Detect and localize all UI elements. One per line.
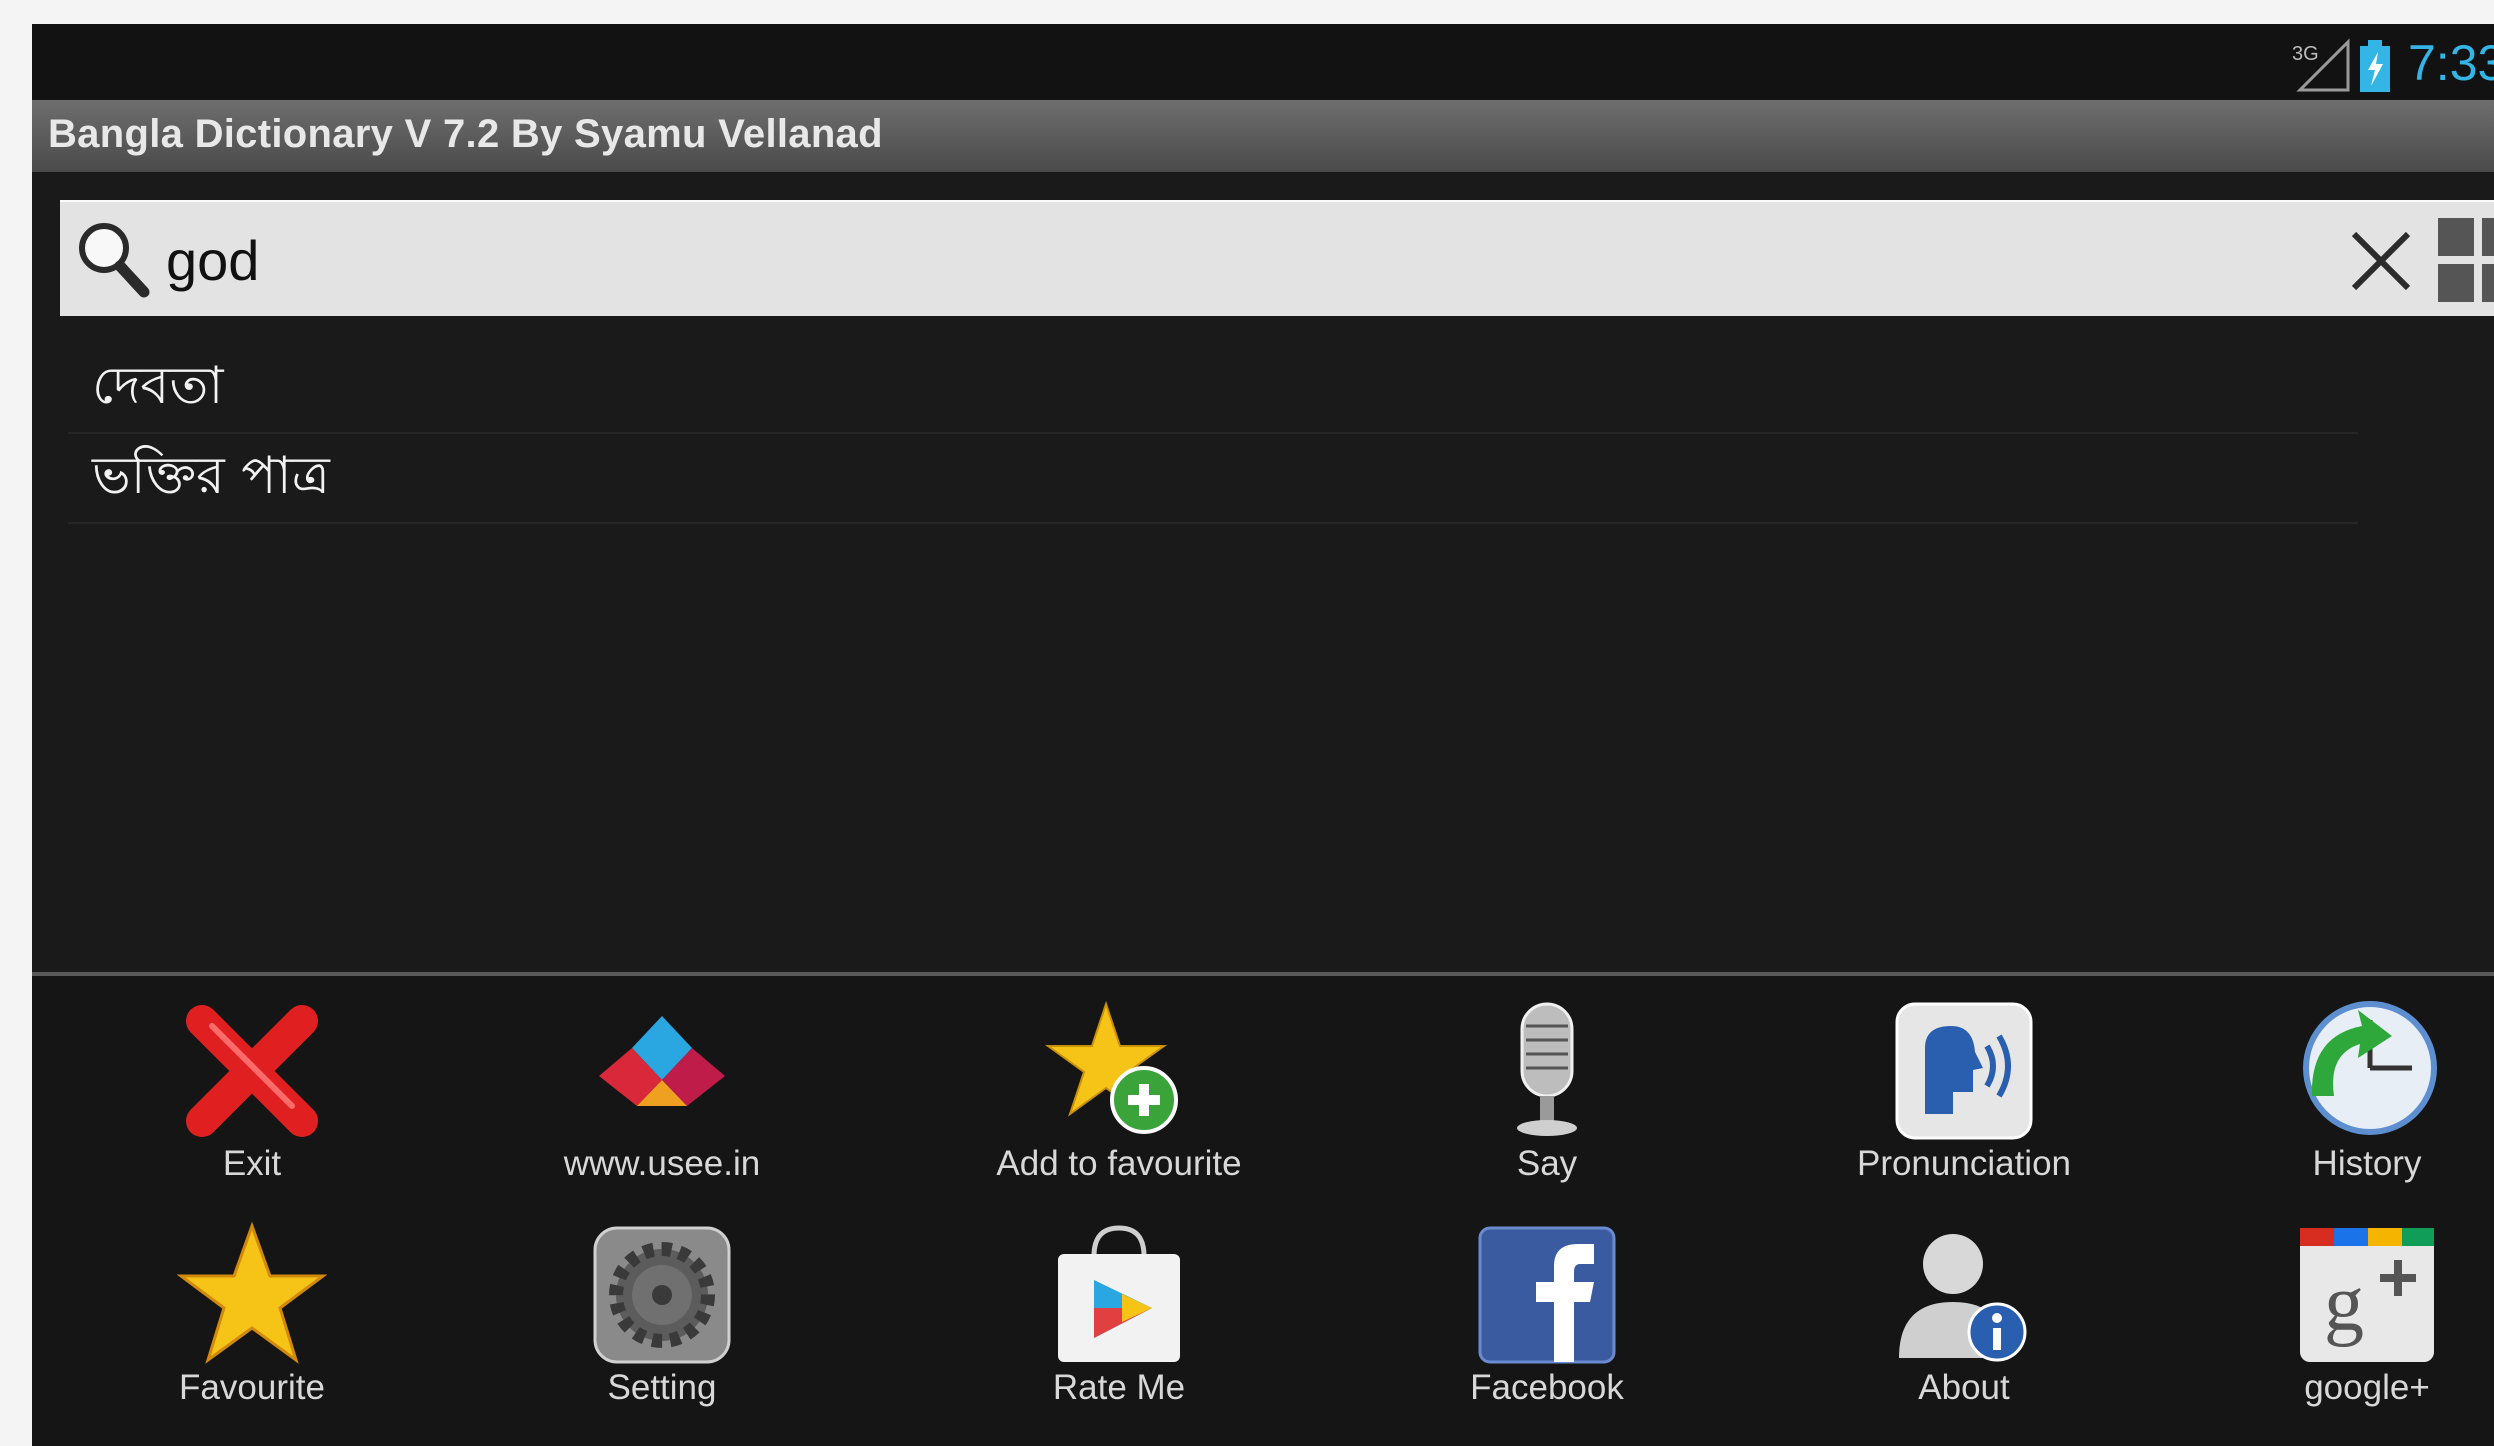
menu-item-facebook[interactable]: Facebook (1367, 1200, 1727, 1418)
menu-item-favourite[interactable]: Favourite (72, 1200, 432, 1418)
status-bar: 3G 7:33 (32, 24, 2494, 100)
microphone-icon (1517, 1002, 1577, 1136)
battery-charging-icon (2360, 40, 2390, 92)
app-title: Bangla Dictionary V 7.2 By Syamu Vellana… (48, 112, 883, 156)
menu-label: About (1918, 1368, 2010, 1407)
usee-logo-icon (599, 1016, 725, 1106)
menu-label: History (2312, 1144, 2422, 1183)
user-info-icon (1899, 1234, 2027, 1362)
search-icon (79, 223, 150, 298)
app-screen: 3G 7:33 Bangla Dictionary V 7.2 By Syamu… (32, 24, 2494, 1446)
grid-view-icon[interactable] (2436, 216, 2494, 304)
search-bar (60, 200, 2494, 316)
title-bar: Bangla Dictionary V 7.2 By Syamu Vellana… (32, 100, 2494, 172)
star-add-icon (1044, 1000, 1178, 1134)
clock-arrow-icon (2303, 1001, 2437, 1135)
clear-icon[interactable] (2346, 226, 2416, 296)
exit-icon (186, 1005, 318, 1137)
menu-label: Setting (607, 1368, 717, 1407)
menu-label: Add to favourite (996, 1144, 1242, 1183)
play-store-bag-icon (1058, 1225, 1180, 1362)
result-item[interactable]: দেবতা (68, 344, 2358, 434)
options-menu: Exit www.usee.in Add to favourite Say Pr… (32, 976, 2494, 1446)
status-time: 7:33 (2408, 35, 2494, 91)
menu-label: Exit (222, 1144, 282, 1183)
menu-label: www.usee.in (563, 1144, 761, 1183)
menu-item-exit[interactable]: Exit (72, 976, 432, 1194)
result-item[interactable]: ভক্তির পাত্র (68, 434, 2358, 524)
menu-item-rate-me[interactable]: Rate Me (939, 1200, 1299, 1418)
menu-item-history[interactable]: History (2187, 976, 2494, 1194)
menu-item-say[interactable]: Say (1367, 976, 1727, 1194)
menu-item-pronunciation[interactable]: Pronunciation (1784, 976, 2144, 1194)
svg-text:3G: 3G (2292, 43, 2319, 65)
menu-label: google+ (2304, 1368, 2430, 1407)
signal-3g-icon: 3G (2292, 38, 2350, 92)
speaking-head-icon (1895, 1002, 2033, 1140)
svg-text:g: g (2324, 1260, 2364, 1348)
menu-label: Pronunciation (1856, 1144, 2072, 1183)
menu-label: Say (1516, 1144, 1578, 1183)
google-plus-icon: g (2300, 1228, 2434, 1362)
results-list: দেবতা ভক্তির পাত্র (68, 344, 2358, 524)
menu-item-website[interactable]: www.usee.in (482, 976, 842, 1194)
menu-item-about[interactable]: About (1784, 1200, 2144, 1418)
menu-item-add-favourite[interactable]: Add to favourite (939, 976, 1299, 1194)
menu-label: Favourite (179, 1368, 325, 1407)
facebook-icon (1478, 1226, 1616, 1364)
menu-item-google-plus[interactable]: g google+ (2187, 1200, 2494, 1418)
star-icon (177, 1221, 327, 1364)
search-input[interactable] (166, 222, 2166, 298)
menu-label: Rate Me (1052, 1368, 1186, 1407)
menu-item-setting[interactable]: Setting (482, 1200, 842, 1418)
menu-label: Facebook (1470, 1368, 1624, 1407)
gear-icon (593, 1226, 731, 1364)
